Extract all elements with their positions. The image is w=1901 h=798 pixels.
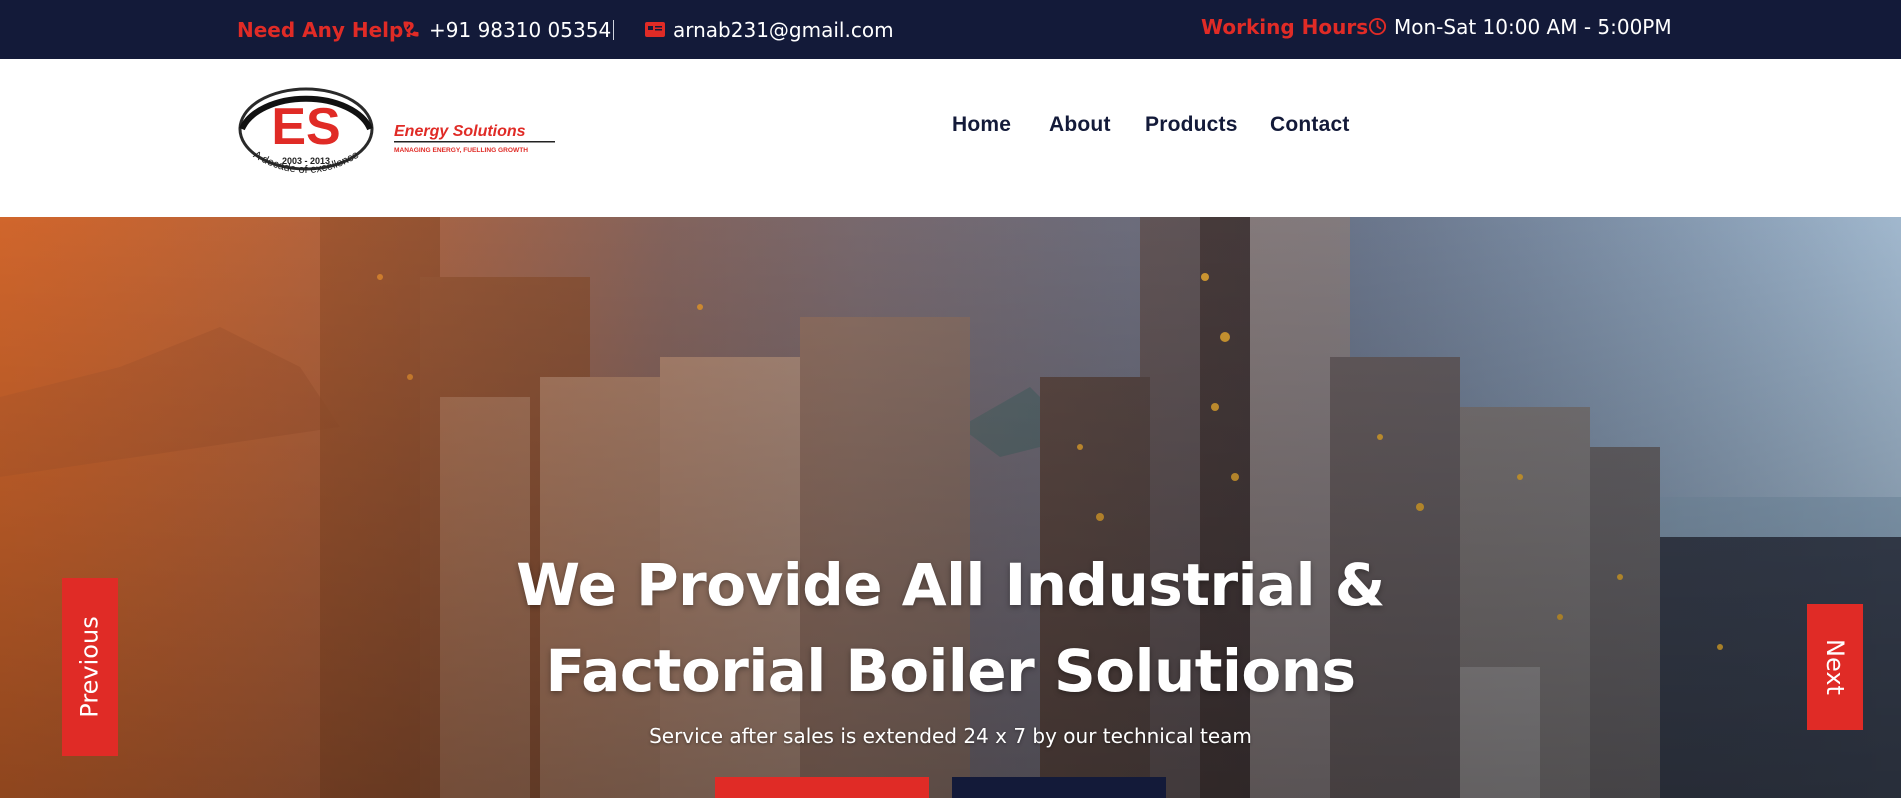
- hero-title-line-1: We Provide All Industrial &: [516, 551, 1385, 619]
- working-hours-value: Mon-Sat 10:00 AM - 5:00PM: [1394, 15, 1672, 39]
- hero-slider: We Provide All Industrial & Factorial Bo…: [0, 217, 1901, 798]
- nav-home[interactable]: Home: [952, 113, 1011, 137]
- email-icon: [645, 22, 665, 37]
- logo-name: Energy Solutions: [394, 123, 526, 140]
- hero-primary-button[interactable]: [715, 777, 929, 798]
- logo-mark: ES: [271, 98, 340, 156]
- hero-title-line-2: Factorial Boiler Solutions: [545, 637, 1356, 705]
- working-hours-label: Working Hours: [1201, 15, 1369, 39]
- nav-about[interactable]: About: [1049, 113, 1111, 137]
- nav-contact[interactable]: Contact: [1270, 113, 1350, 137]
- nav-products[interactable]: Products: [1145, 113, 1238, 137]
- top-info-bar: Need Any Help? +91 98310 05354 arnab231@…: [0, 0, 1901, 59]
- slider-next-button[interactable]: Next: [1807, 604, 1863, 730]
- previous-label: Previous: [76, 616, 104, 718]
- next-label: Next: [1820, 639, 1849, 695]
- divider: [613, 20, 614, 40]
- hero-subtitle: Service after sales is extended 24 x 7 b…: [649, 724, 1252, 748]
- logo-slogan: MANAGING ENERGY, FUELLING GROWTH: [394, 147, 528, 154]
- phone-link[interactable]: +91 98310 05354: [429, 18, 611, 42]
- site-header: ES 2003 - 2013 A decade of excellence En…: [0, 59, 1901, 217]
- help-label: Need Any Help?: [237, 18, 415, 42]
- hero-title: We Provide All Industrial & Factorial Bo…: [0, 542, 1901, 714]
- email-link[interactable]: arnab231@gmail.com: [673, 18, 894, 42]
- company-logo[interactable]: ES 2003 - 2013 A decade of excellence En…: [238, 87, 568, 187]
- slider-previous-button[interactable]: Previous: [62, 578, 118, 756]
- phone-icon: [403, 21, 419, 37]
- hero-secondary-button[interactable]: [952, 777, 1166, 798]
- clock-icon: [1368, 17, 1387, 36]
